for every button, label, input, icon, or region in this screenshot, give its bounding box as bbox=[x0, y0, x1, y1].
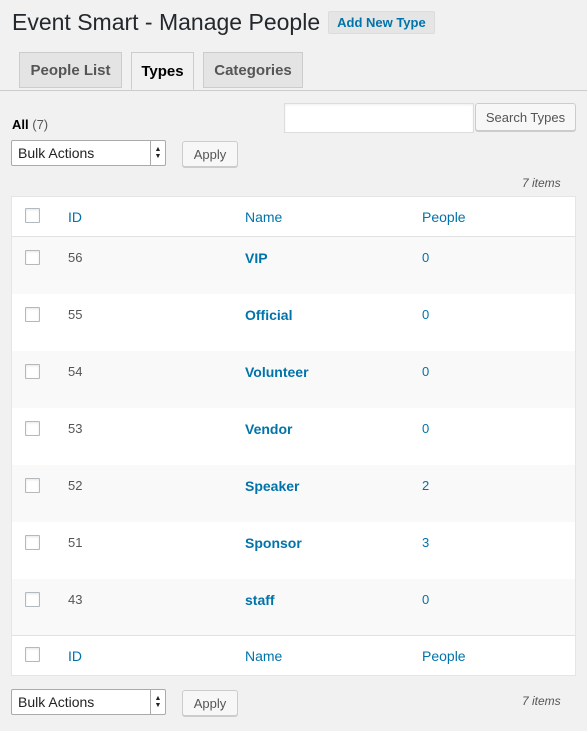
column-footer-people[interactable]: People bbox=[422, 648, 466, 664]
row-id: 53 bbox=[68, 420, 83, 436]
row-checkbox[interactable] bbox=[25, 591, 40, 607]
row-people-link[interactable]: 2 bbox=[422, 465, 576, 522]
apply-button-top[interactable]: Apply bbox=[182, 141, 238, 167]
column-header-id[interactable]: ID bbox=[68, 209, 82, 225]
bulk-actions-top-value: Bulk Actions bbox=[18, 145, 95, 161]
row-id: 52 bbox=[68, 477, 83, 493]
tab-people-list[interactable]: People List bbox=[19, 52, 122, 88]
search-types-button[interactable]: Search Types bbox=[475, 103, 576, 131]
row-name-link[interactable]: staff bbox=[245, 579, 422, 636]
items-count-bottom: 7 items bbox=[522, 694, 561, 708]
table-row: 54 Volunteer 0 bbox=[11, 350, 576, 408]
row-name-link[interactable]: Speaker bbox=[245, 465, 422, 522]
row-checkbox[interactable] bbox=[25, 363, 40, 379]
row-people-link[interactable]: 0 bbox=[422, 351, 576, 408]
column-header-name[interactable]: Name bbox=[245, 209, 282, 225]
select-all-checkbox-footer[interactable] bbox=[25, 646, 40, 662]
row-checkbox[interactable] bbox=[25, 477, 40, 493]
row-people-link[interactable]: 0 bbox=[422, 579, 576, 636]
row-checkbox[interactable] bbox=[25, 250, 40, 265]
row-name-link[interactable]: VIP bbox=[245, 237, 422, 294]
filter-all-label[interactable]: All bbox=[12, 117, 29, 132]
row-people-link[interactable]: 0 bbox=[422, 237, 576, 294]
row-people-link[interactable]: 3 bbox=[422, 522, 576, 579]
row-id: 51 bbox=[68, 534, 83, 550]
row-people-link[interactable]: 0 bbox=[422, 294, 576, 351]
column-footer-id[interactable]: ID bbox=[68, 648, 82, 664]
apply-button-bottom[interactable]: Apply bbox=[182, 690, 238, 716]
nav-tabs: People List Types Categories bbox=[0, 52, 587, 91]
column-footer-name[interactable]: Name bbox=[245, 648, 282, 664]
row-id: 54 bbox=[68, 363, 83, 379]
chevron-down-icon: ▲ ▼ bbox=[150, 141, 165, 165]
title-row: Event Smart - Manage People Add New Type bbox=[12, 8, 435, 37]
column-header-people[interactable]: People bbox=[422, 209, 466, 225]
row-checkbox[interactable] bbox=[25, 420, 40, 436]
row-checkbox[interactable] bbox=[25, 306, 40, 322]
row-name-link[interactable]: Vendor bbox=[245, 408, 422, 465]
bulk-actions-select-bottom[interactable]: Bulk Actions ▲ ▼ bbox=[11, 689, 166, 715]
items-count-top: 7 items bbox=[522, 176, 561, 190]
tab-types[interactable]: Types bbox=[131, 52, 194, 90]
row-people-link[interactable]: 0 bbox=[422, 408, 576, 465]
tab-categories[interactable]: Categories bbox=[203, 52, 303, 88]
table-row: 53 Vendor 0 bbox=[12, 408, 576, 465]
row-name-link[interactable]: Official bbox=[245, 294, 422, 351]
table-footer-row: ID Name People bbox=[11, 635, 576, 676]
page-title: Event Smart - Manage People bbox=[12, 9, 321, 35]
bulk-actions-bottom-value: Bulk Actions bbox=[18, 694, 95, 710]
add-new-type-button[interactable]: Add New Type bbox=[328, 11, 435, 34]
table-row: 52 Speaker 2 bbox=[11, 464, 576, 522]
row-name-link[interactable]: Sponsor bbox=[245, 522, 422, 579]
filter-all[interactable]: All (7) bbox=[12, 117, 48, 132]
table-row: 43 staff 0 bbox=[11, 578, 576, 636]
table-row: 55 Official 0 bbox=[12, 294, 576, 351]
row-checkbox[interactable] bbox=[25, 534, 40, 550]
row-id: 43 bbox=[68, 591, 83, 607]
table-row: 51 Sponsor 3 bbox=[12, 522, 576, 579]
row-id: 56 bbox=[68, 250, 83, 265]
search-input[interactable] bbox=[284, 103, 474, 133]
bulk-actions-select-top[interactable]: Bulk Actions ▲ ▼ bbox=[11, 140, 166, 166]
filter-all-count: (7) bbox=[32, 117, 49, 132]
table-row: 56 VIP 0 bbox=[11, 236, 576, 294]
row-name-link[interactable]: Volunteer bbox=[245, 351, 422, 408]
table-header-row: ID Name People bbox=[11, 197, 576, 237]
row-id: 55 bbox=[68, 306, 83, 322]
types-table: ID Name People 56 VIP 0 55 Official 0 54… bbox=[11, 196, 576, 676]
select-all-checkbox[interactable] bbox=[25, 207, 40, 223]
chevron-down-icon: ▲ ▼ bbox=[150, 690, 165, 714]
